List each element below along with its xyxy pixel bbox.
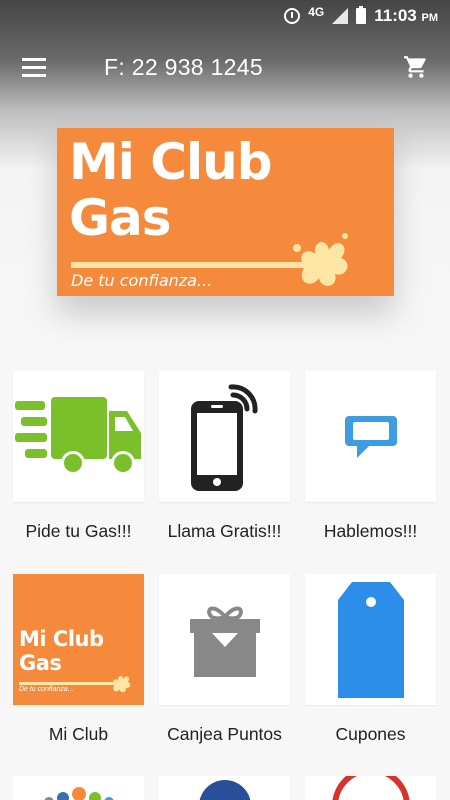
clock-ampm: PM [421, 12, 439, 24]
tile-image [159, 574, 290, 705]
club-logo-line2: Gas [19, 651, 62, 675]
price-tag-icon [337, 581, 404, 698]
tile-label: Canjea Puntos [167, 724, 282, 744]
tile-image [159, 371, 290, 502]
menu-grid: Pide tu Gas!!! Llama Gratis!!! Hablemos!… [13, 371, 437, 777]
banner-title-line2: Gas [69, 189, 172, 247]
partial-tile[interactable] [159, 776, 290, 800]
tile-label: Cupones [335, 724, 406, 744]
clock: 11:03 PM [374, 6, 438, 26]
tile-pide-tu-gas[interactable]: Pide tu Gas!!! [13, 371, 144, 574]
circle-icon [199, 780, 251, 800]
mi-club-gas-logo: Mi Club Gas De tu confianza... [13, 574, 144, 705]
hamburger-menu-icon[interactable] [22, 52, 62, 82]
banner-tagline: De tu confianza... [71, 271, 213, 290]
alarm-icon [284, 8, 301, 24]
tile-label: Hablemos!!! [323, 521, 418, 541]
tile-hablemos[interactable]: Hablemos!!! [305, 371, 436, 574]
tile-label: Pide tu Gas!!! [25, 521, 132, 541]
partial-tile-row [13, 776, 437, 800]
signal-icon [332, 8, 349, 24]
tile-mi-club[interactable]: Mi Club Gas De tu confianza... Mi Club [13, 574, 144, 777]
partial-tile[interactable] [305, 776, 436, 800]
clock-time: 11:03 [374, 6, 417, 25]
banner-stripe [71, 262, 321, 268]
mi-club-gas-banner: Mi Club Gas De tu confianza... [57, 128, 394, 296]
paint-splash-icon [293, 233, 348, 286]
tile-image [305, 371, 436, 502]
battery-icon [356, 6, 367, 24]
network-type: 4G [308, 5, 325, 19]
tile-label: Mi Club [48, 724, 109, 744]
ring-icon [332, 776, 410, 800]
club-logo-tagline: De tu confianza... [19, 686, 74, 693]
club-logo-line1: Mi Club [19, 627, 104, 651]
people-icon [44, 787, 114, 800]
club-logo-stripe [19, 682, 119, 685]
gift-box-icon [189, 606, 260, 677]
tile-llama-gratis[interactable]: Llama Gratis!!! [159, 371, 290, 574]
shopping-cart-icon[interactable] [402, 54, 430, 80]
app-bar: F: 22 938 1245 [0, 42, 450, 92]
status-bar: 4G 11:03 PM [0, 0, 450, 32]
tile-canjea-puntos[interactable]: Canjea Puntos [159, 574, 290, 777]
mobile-phone-icon [190, 383, 258, 491]
delivery-truck-icon [14, 396, 141, 475]
tile-image [13, 371, 144, 502]
tile-label: Llama Gratis!!! [167, 521, 282, 541]
phone-number[interactable]: F: 22 938 1245 [104, 54, 263, 81]
partial-tile[interactable] [13, 776, 144, 800]
tile-image [305, 574, 436, 705]
banner-title-line1: Mi Club [69, 133, 273, 191]
chat-bubble-icon [344, 415, 397, 458]
tile-cupones[interactable]: Cupones [305, 574, 436, 777]
paint-splash-icon [113, 675, 131, 693]
